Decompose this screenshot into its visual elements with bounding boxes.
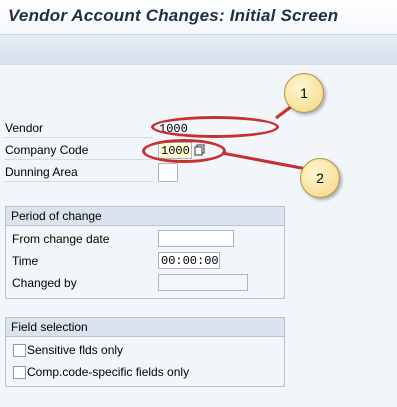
callout-2: 2 [300, 158, 340, 198]
annotation-lines [221, 101, 313, 172]
callout-1: 1 [284, 73, 324, 113]
